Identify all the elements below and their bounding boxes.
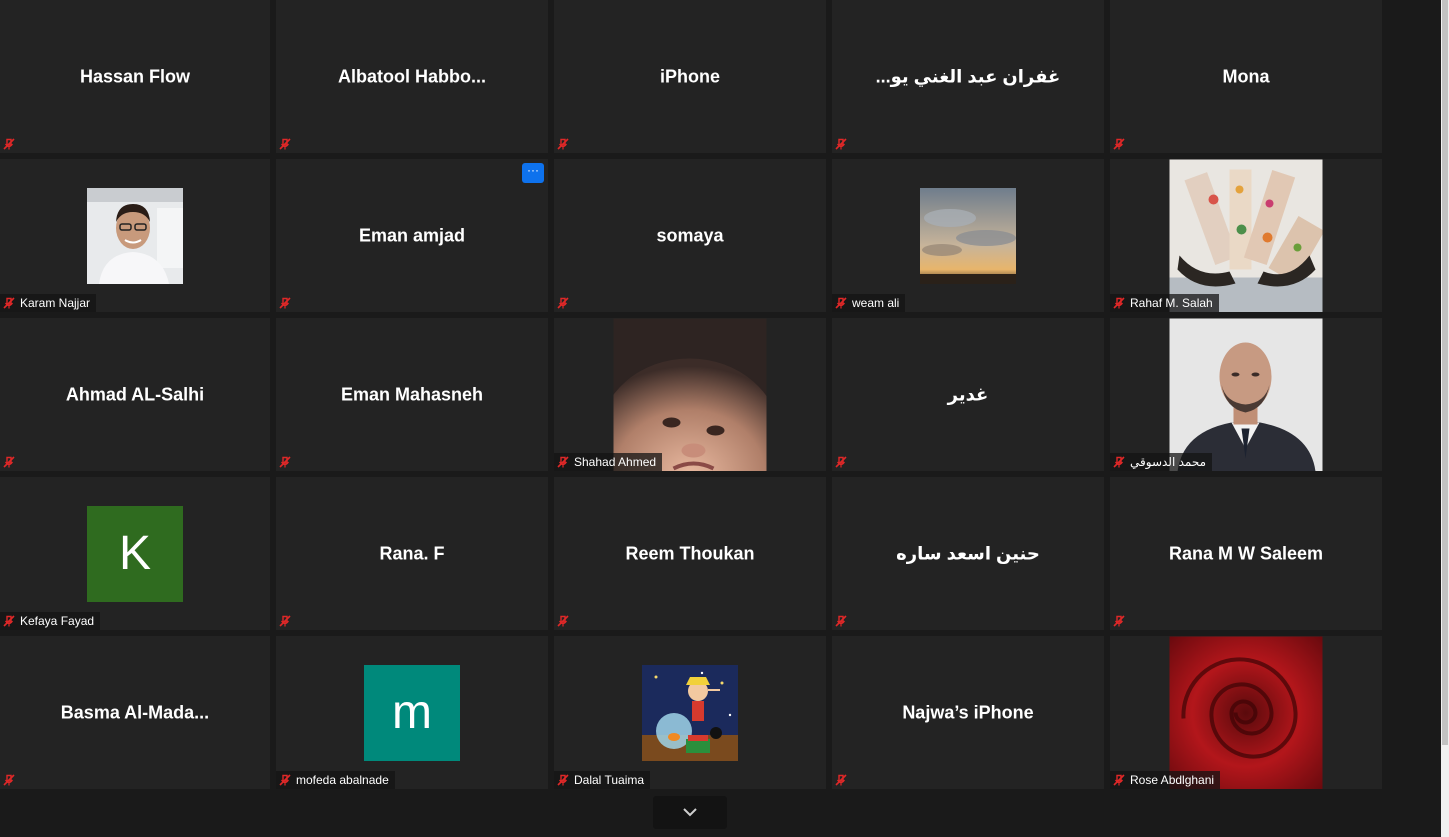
- participant-name: somaya: [656, 225, 724, 245]
- profile-photo: [642, 664, 738, 761]
- mic-muted-icon: [554, 612, 572, 630]
- participant-tile[interactable]: حنين اسعد ساره: [832, 477, 1104, 630]
- mic-muted-icon: [0, 135, 18, 153]
- participant-tile[interactable]: Rahaf M. Salah: [1110, 159, 1382, 312]
- mic-muted-icon: [0, 453, 18, 471]
- mic-muted-icon: [832, 771, 850, 789]
- next-page-button[interactable]: [653, 796, 727, 829]
- profile-photo: [920, 187, 1016, 284]
- mic-muted-icon: [832, 135, 850, 153]
- scrollbar-thumb[interactable]: [1442, 0, 1448, 745]
- participant-tile[interactable]: Ahmad AL-Salhi: [0, 318, 270, 471]
- participant-name: Reem Thoukan: [625, 543, 755, 563]
- profile-photo: [1169, 159, 1323, 312]
- mic-muted-icon: [554, 453, 572, 471]
- participant-tile[interactable]: Najwa’s iPhone: [832, 636, 1104, 789]
- participant-tile[interactable]: iPhone: [554, 0, 826, 153]
- participant-name: iPhone: [659, 66, 720, 86]
- participant-tile[interactable]: m mofeda abalnade: [276, 636, 548, 789]
- participant-label-text: Shahad Ahmed: [574, 455, 657, 469]
- profile-photo: [1169, 318, 1323, 471]
- mic-muted-icon: [276, 771, 294, 789]
- participant-tile[interactable]: غدير: [832, 318, 1104, 471]
- participant-tile[interactable]: K Kefaya Fayad: [0, 477, 270, 630]
- participant-name: Basma Al-Mada...: [60, 702, 210, 722]
- participant-label-text: Karam Najjar: [20, 296, 91, 310]
- mic-muted-icon: [1110, 612, 1128, 630]
- participant-label: محمد الدسوقي: [1110, 453, 1213, 471]
- mic-muted-icon: [276, 294, 294, 312]
- avatar: m: [364, 664, 460, 761]
- avatar: K: [87, 505, 183, 602]
- scrollbar[interactable]: [1441, 0, 1449, 837]
- participant-name: Eman Mahasneh: [340, 384, 484, 404]
- participant-name: Rana M W Saleem: [1168, 543, 1324, 563]
- participant-label: Karam Najjar: [0, 294, 97, 312]
- participant-tile[interactable]: Mona: [1110, 0, 1382, 153]
- mic-muted-icon: [832, 453, 850, 471]
- participant-label-text: محمد الدسوقي: [1130, 455, 1207, 469]
- mic-muted-icon: [276, 453, 294, 471]
- mic-muted-icon: [1110, 453, 1128, 471]
- participant-name: Albatool Habbo...: [338, 66, 486, 86]
- chevron-down-icon: [682, 804, 698, 822]
- participant-label-text: mofeda abalnade: [296, 773, 389, 787]
- participant-name: Mona: [1222, 66, 1270, 86]
- participant-tile[interactable]: weam ali: [832, 159, 1104, 312]
- participant-name: غدير: [947, 384, 989, 404]
- mic-muted-icon: [1110, 294, 1128, 312]
- video-gallery-grid: Hassan Flow Albatool Habbo... iPhone ...…: [0, 0, 1384, 790]
- participant-name: Hassan Flow: [79, 66, 191, 86]
- participant-label: weam ali: [832, 294, 906, 312]
- profile-photo: [1169, 636, 1323, 789]
- participant-tile[interactable]: Shahad Ahmed: [554, 318, 826, 471]
- participant-label: mofeda abalnade: [276, 771, 395, 789]
- participant-label-text: Rose Abdlghani: [1130, 773, 1215, 787]
- mic-muted-icon: [1110, 135, 1128, 153]
- participant-label: Rahaf M. Salah: [1110, 294, 1219, 312]
- participant-label-text: Dalal Tuaima: [574, 773, 645, 787]
- participant-name: Najwa’s iPhone: [902, 702, 1034, 722]
- profile-photo: [613, 318, 767, 471]
- participant-label-text: Kefaya Fayad: [20, 614, 95, 628]
- participant-name: Eman amjad: [358, 225, 466, 245]
- participant-tile[interactable]: Karam Najjar: [0, 159, 270, 312]
- participant-label: Rose Abdlghani: [1110, 771, 1221, 789]
- participant-tile[interactable]: محمد الدسوقي: [1110, 318, 1382, 471]
- participant-label: Dalal Tuaima: [554, 771, 651, 789]
- participant-tile[interactable]: ...غفران عبد الغني يو: [832, 0, 1104, 153]
- participant-tile[interactable]: Hassan Flow: [0, 0, 270, 153]
- participant-tile[interactable]: Reem Thoukan: [554, 477, 826, 630]
- participant-tile[interactable]: somaya: [554, 159, 826, 312]
- mic-muted-icon: [0, 771, 18, 789]
- mic-muted-icon: [276, 135, 294, 153]
- participant-name: ...غفران عبد الغني يو: [875, 66, 1061, 86]
- mic-muted-icon: [832, 294, 850, 312]
- participant-tile[interactable]: Albatool Habbo...: [276, 0, 548, 153]
- participant-tile[interactable]: Basma Al-Mada...: [0, 636, 270, 789]
- participant-tile[interactable]: Dalal Tuaima: [554, 636, 826, 789]
- mic-muted-icon: [832, 612, 850, 630]
- mic-muted-icon: [276, 612, 294, 630]
- participant-tile[interactable]: Eman Mahasneh: [276, 318, 548, 471]
- participant-label-text: Rahaf M. Salah: [1130, 296, 1213, 310]
- participant-label: Kefaya Fayad: [0, 612, 101, 630]
- participant-label-text: weam ali: [852, 296, 900, 310]
- profile-photo: [87, 187, 183, 284]
- more-options-button[interactable]: ···: [522, 163, 544, 183]
- participant-tile[interactable]: Rose Abdlghani: [1110, 636, 1382, 789]
- mic-muted-icon: [554, 135, 572, 153]
- participant-tile[interactable]: Rana M W Saleem: [1110, 477, 1382, 630]
- participant-name: Rana. F: [379, 543, 445, 563]
- participant-label: Shahad Ahmed: [554, 453, 663, 471]
- mic-muted-icon: [0, 294, 18, 312]
- mic-muted-icon: [0, 612, 18, 630]
- mic-muted-icon: [554, 771, 572, 789]
- participant-name: Ahmad AL-Salhi: [65, 384, 205, 404]
- participant-tile[interactable]: Rana. F: [276, 477, 548, 630]
- mic-muted-icon: [554, 294, 572, 312]
- participant-tile[interactable]: Eman amjad ···: [276, 159, 548, 312]
- mic-muted-icon: [1110, 771, 1128, 789]
- participant-name: حنين اسعد ساره: [896, 543, 1040, 563]
